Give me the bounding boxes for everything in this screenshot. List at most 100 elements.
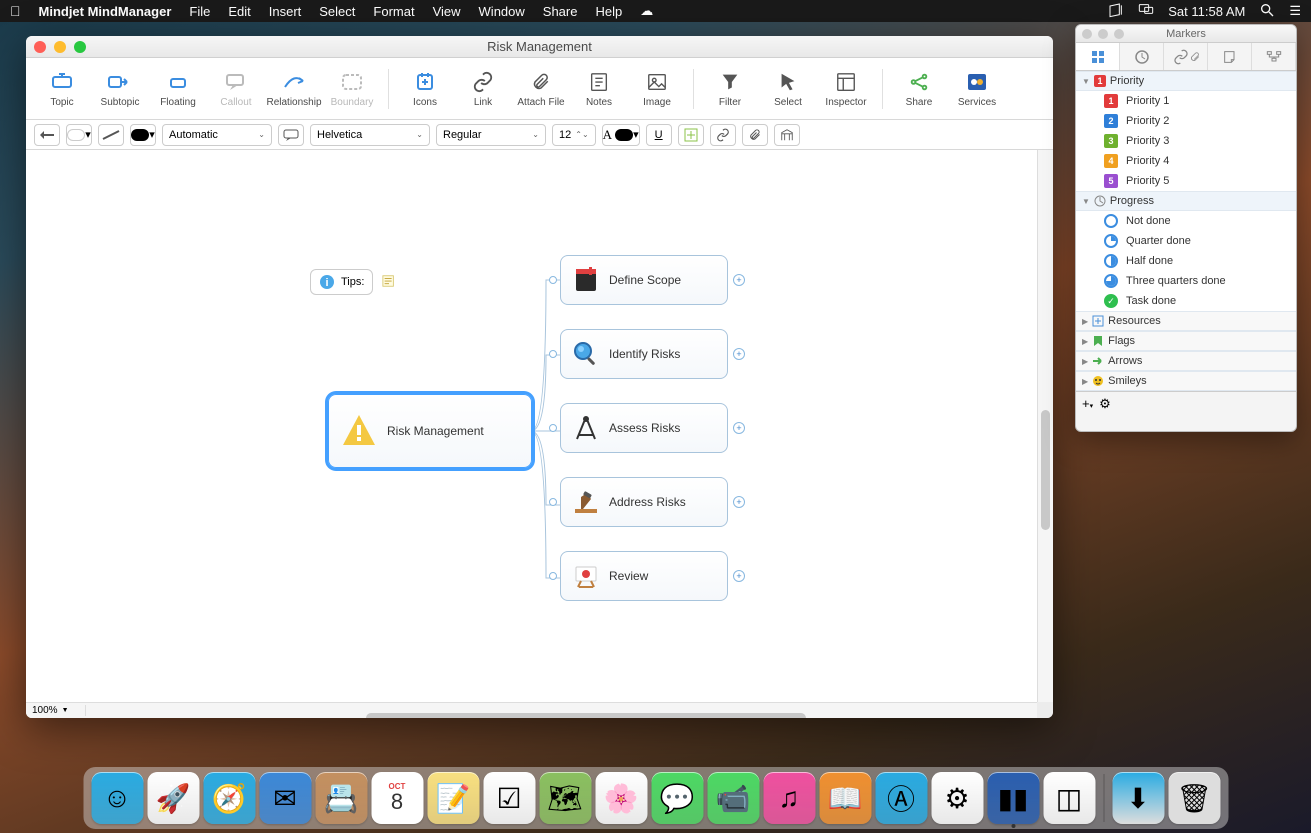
tab-relations[interactable]: [1252, 43, 1296, 70]
toolbar-share-button[interactable]: Share: [891, 61, 947, 117]
panel-titlebar[interactable]: Markers: [1076, 25, 1296, 43]
underline-button[interactable]: U: [646, 124, 672, 146]
priority-2-item[interactable]: 2Priority 2: [1076, 111, 1296, 131]
dock-appstore[interactable]: Ⓐ: [875, 772, 927, 824]
minimize-button[interactable]: [54, 41, 66, 53]
group-arrows-header[interactable]: ▶Arrows: [1076, 351, 1296, 371]
dock-mindmanager[interactable]: ▮▮: [987, 772, 1039, 824]
font-family-combo[interactable]: Helvetica⌄: [310, 124, 430, 146]
menu-help[interactable]: Help: [595, 4, 622, 19]
vertical-scrollbar[interactable]: [1037, 150, 1053, 702]
menu-edit[interactable]: Edit: [228, 4, 250, 19]
clock[interactable]: Sat 11:58 AM: [1168, 4, 1245, 19]
note-icon[interactable]: [382, 274, 396, 288]
mindmap-canvas[interactable]: i Tips: Risk Management Define Scope+ Ide…: [26, 150, 1037, 702]
line-color-button[interactable]: ▾: [130, 124, 156, 146]
toolbar-image-button[interactable]: Image: [629, 61, 685, 117]
line-style-button[interactable]: [98, 124, 124, 146]
add-marker-group-button[interactable]: +▾: [1082, 396, 1093, 411]
toolbar-floating-button[interactable]: Floating: [150, 61, 206, 117]
dock-ibooks[interactable]: 📖: [819, 772, 871, 824]
attachment-button[interactable]: [742, 124, 768, 146]
toolbar-link-button[interactable]: Link: [455, 61, 511, 117]
progress-4-item[interactable]: Task done: [1076, 291, 1296, 311]
menu-share[interactable]: Share: [543, 4, 578, 19]
expand-handle[interactable]: +: [733, 496, 745, 508]
zoom-level[interactable]: 100%▼: [26, 705, 86, 716]
dock-calendar[interactable]: OCT8: [371, 772, 423, 824]
toolbar-topic-button[interactable]: Topic: [34, 61, 90, 117]
toolbar-subtopic-button[interactable]: Subtopic: [92, 61, 148, 117]
spotlight-icon[interactable]: [1259, 2, 1275, 21]
progress-2-item[interactable]: Half done: [1076, 251, 1296, 271]
expand-handle[interactable]: +: [733, 570, 745, 582]
collapse-handle[interactable]: [549, 276, 557, 284]
menu-insert[interactable]: Insert: [269, 4, 302, 19]
dock-maps[interactable]: 🗺: [539, 772, 591, 824]
toolbar-attach-button[interactable]: Attach File: [513, 61, 569, 117]
topic-define-scope[interactable]: Define Scope+: [560, 255, 728, 305]
dock-reminders[interactable]: ☑: [483, 772, 535, 824]
toolbar-filter-button[interactable]: Filter: [702, 61, 758, 117]
dock-downloads[interactable]: ⬇: [1112, 772, 1164, 824]
tab-task[interactable]: [1120, 43, 1164, 70]
shape-combo[interactable]: Automatic⌄: [162, 124, 272, 146]
group-smileys-header[interactable]: ▶Smileys: [1076, 371, 1296, 391]
tab-markers[interactable]: [1076, 43, 1120, 70]
menu-window[interactable]: Window: [479, 4, 525, 19]
toolbar-icons-button[interactable]: Icons: [397, 61, 453, 117]
tab-notes[interactable]: [1208, 43, 1252, 70]
dock-notes[interactable]: 📝: [427, 772, 479, 824]
toolbar-inspector-button[interactable]: Inspector: [818, 61, 874, 117]
collapse-handle[interactable]: [549, 572, 557, 580]
group-resources-header[interactable]: ▶Resources: [1076, 311, 1296, 331]
menu-select[interactable]: Select: [319, 4, 355, 19]
tips-callout[interactable]: i Tips:: [310, 269, 373, 295]
font-color-button[interactable]: A ▾: [602, 124, 640, 146]
dock-finder[interactable]: ☺: [91, 772, 143, 824]
fill-color-button[interactable]: ▾: [66, 124, 92, 146]
menu-view[interactable]: View: [433, 4, 461, 19]
dock-sysprefs[interactable]: ⚙: [931, 772, 983, 824]
collapse-handle[interactable]: [549, 350, 557, 358]
progress-1-item[interactable]: Quarter done: [1076, 231, 1296, 251]
priority-3-item[interactable]: 3Priority 3: [1076, 131, 1296, 151]
library-button[interactable]: [774, 124, 800, 146]
menu-format[interactable]: Format: [373, 4, 414, 19]
toolbar-services-button[interactable]: Services: [949, 61, 1005, 117]
displays-icon[interactable]: [1138, 2, 1154, 21]
dock-itunes[interactable]: ♫: [763, 772, 815, 824]
window-titlebar[interactable]: Risk Management: [26, 36, 1053, 58]
toolbar-relationship-button[interactable]: Relationship: [266, 61, 322, 117]
priority-4-item[interactable]: 4Priority 4: [1076, 151, 1296, 171]
dock-mail[interactable]: ✉: [259, 772, 311, 824]
cloud-sync-icon[interactable]: ☁︎: [640, 3, 653, 19]
dock-launchpad[interactable]: 🚀: [147, 772, 199, 824]
tab-links[interactable]: [1164, 43, 1208, 70]
apple-menu[interactable]: : [10, 3, 21, 19]
menu-extras-icon[interactable]: ☰: [1289, 3, 1301, 19]
progress-3-item[interactable]: Three quarters done: [1076, 271, 1296, 291]
priority-group-header[interactable]: ▼1Priority: [1076, 71, 1296, 91]
group-flags-header[interactable]: ▶Flags: [1076, 331, 1296, 351]
shape-type-button[interactable]: [34, 124, 60, 146]
dock-safari[interactable]: 🧭: [203, 772, 255, 824]
panel-settings-button[interactable]: ⚙: [1099, 396, 1111, 412]
central-topic[interactable]: Risk Management: [328, 394, 532, 468]
dock-photos[interactable]: 🌸: [595, 772, 647, 824]
menu-file[interactable]: File: [189, 4, 210, 19]
collapse-handle[interactable]: [549, 424, 557, 432]
topic-assess-risks[interactable]: Assess Risks+: [560, 403, 728, 453]
topic-review[interactable]: Review+: [560, 551, 728, 601]
expand-handle[interactable]: +: [733, 422, 745, 434]
priority-1-item[interactable]: 1Priority 1: [1076, 91, 1296, 111]
expand-handle[interactable]: +: [733, 348, 745, 360]
expand-handle[interactable]: +: [733, 274, 745, 286]
dock-messages[interactable]: 💬: [651, 772, 703, 824]
tablet-icon[interactable]: [1108, 2, 1124, 21]
add-marker-button[interactable]: [678, 124, 704, 146]
dock-mm2[interactable]: ◫: [1043, 772, 1095, 824]
topic-identify-risks[interactable]: Identify Risks+: [560, 329, 728, 379]
priority-5-item[interactable]: 5Priority 5: [1076, 171, 1296, 191]
hyperlink-button[interactable]: [710, 124, 736, 146]
